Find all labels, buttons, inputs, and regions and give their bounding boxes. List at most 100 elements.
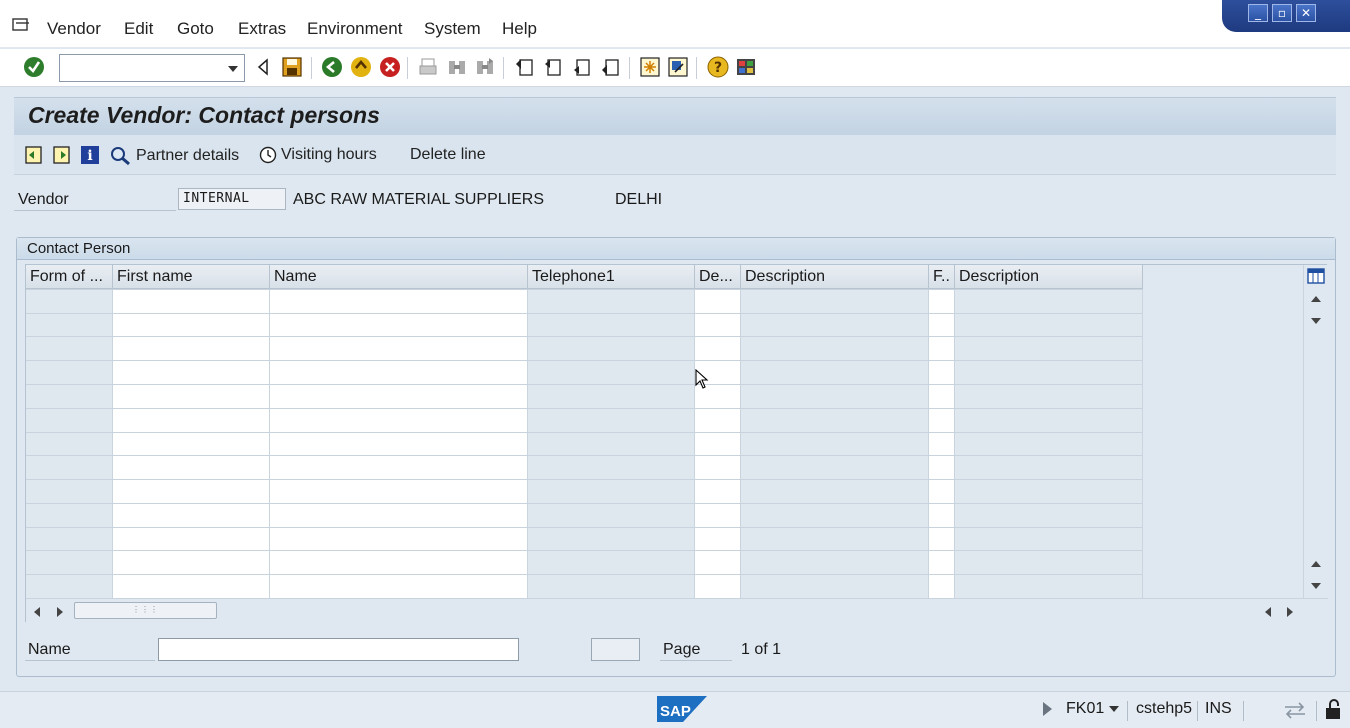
scroll-left-icon[interactable]: [34, 607, 40, 617]
enter-icon[interactable]: [22, 55, 46, 79]
previous-page-icon[interactable]: [541, 55, 565, 79]
table-row: [26, 503, 1143, 504]
table-row: [26, 336, 1143, 337]
svg-text:i: i: [87, 148, 92, 164]
table-row: [26, 432, 1143, 433]
table-row: [26, 313, 1143, 314]
close-icon[interactable]: ✕: [1296, 4, 1316, 22]
scroll-page-down-icon[interactable]: [1311, 583, 1321, 589]
visiting-hours-button[interactable]: Visiting hours: [259, 146, 377, 164]
last-page-icon[interactable]: [599, 55, 623, 79]
mouse-cursor-icon: [695, 369, 709, 389]
column-header-name[interactable]: Name: [270, 265, 528, 289]
svg-text:SAP: SAP: [660, 703, 691, 720]
column-header-telephone[interactable]: Telephone1: [528, 265, 695, 289]
other-contact-person-icon[interactable]: [24, 145, 44, 165]
find-icon[interactable]: [445, 55, 469, 79]
table-row: [26, 574, 1143, 575]
vendor-name: ABC RAW MATERIAL SUPPLIERS: [293, 191, 545, 208]
info-icon[interactable]: i: [80, 145, 100, 165]
scroll-thumb[interactable]: ⋮⋮⋮: [74, 602, 217, 619]
svg-text:?: ?: [714, 60, 722, 76]
sap-logo-icon: SAP: [657, 696, 707, 722]
connection-icon: [1285, 702, 1305, 719]
status-bar: SAP FK01 cstehp5 INS: [0, 691, 1350, 728]
vendor-city: DELHI: [615, 191, 663, 208]
table-row: [26, 455, 1143, 456]
partner-details-button[interactable]: Partner details: [110, 146, 239, 166]
chevron-down-icon[interactable]: [228, 66, 238, 72]
back-arrow-icon[interactable]: [251, 55, 275, 79]
customize-layout-icon[interactable]: [734, 55, 758, 79]
delete-line-button[interactable]: Delete line: [410, 146, 486, 164]
back-icon[interactable]: [320, 55, 344, 79]
page-count: 1 of 1: [741, 641, 782, 658]
column-header-form-of-address[interactable]: Form of ...: [26, 265, 113, 289]
window-controls: _ ▫ ✕: [1222, 0, 1350, 32]
minimize-icon[interactable]: _: [1248, 4, 1268, 22]
page-title: Create Vendor: Contact persons: [28, 102, 380, 128]
help-icon[interactable]: ?: [706, 55, 730, 79]
table-row: [26, 289, 1143, 290]
scroll-right-icon[interactable]: [57, 607, 63, 617]
scroll-left-end-icon[interactable]: [1265, 607, 1271, 617]
first-page-icon[interactable]: [513, 55, 537, 79]
delete-line-label: Delete line: [410, 146, 486, 163]
title-bar: Create Vendor: Contact persons: [14, 97, 1336, 135]
save-icon[interactable]: [280, 55, 304, 79]
page-number-input[interactable]: [591, 638, 640, 661]
status-expand-icon[interactable]: [1043, 702, 1052, 716]
scroll-right-end-icon[interactable]: [1287, 607, 1293, 617]
menu-goto[interactable]: Goto: [177, 19, 214, 39]
visiting-hours-label: Visiting hours: [281, 146, 377, 163]
standard-toolbar: ?: [0, 49, 1350, 87]
column-header-first-name[interactable]: First name: [113, 265, 270, 289]
insert-mode[interactable]: INS: [1205, 700, 1232, 718]
command-field[interactable]: [59, 54, 245, 82]
menu-edit[interactable]: Edit: [124, 19, 153, 39]
server-name: cstehp5: [1136, 700, 1193, 717]
column-header-department[interactable]: De...: [695, 265, 741, 289]
transaction-code: FK01: [1066, 700, 1105, 717]
system-menu-icon[interactable]: [12, 18, 30, 32]
column-header-function-description[interactable]: Description: [955, 265, 1143, 289]
menu-system[interactable]: System: [424, 19, 481, 39]
table-row: [26, 360, 1143, 361]
column-header-description[interactable]: Description: [741, 265, 929, 289]
create-shortcut-icon[interactable]: [666, 55, 690, 79]
next-page-icon[interactable]: [570, 55, 594, 79]
menu-environment[interactable]: Environment: [307, 19, 402, 39]
table-row: [26, 479, 1143, 480]
name-search-label: Name: [28, 641, 71, 658]
column-header-function[interactable]: F..: [929, 265, 955, 289]
table-settings-icon[interactable]: [1307, 268, 1325, 284]
table-row: [26, 550, 1143, 551]
scroll-down-icon[interactable]: [1311, 318, 1321, 324]
horizontal-scrollbar[interactable]: ⋮⋮⋮: [26, 598, 1328, 622]
scroll-up-icon[interactable]: [1311, 296, 1321, 302]
lock-icon[interactable]: [1324, 698, 1344, 722]
partner-details-label: Partner details: [136, 147, 240, 164]
menu-vendor[interactable]: Vendor: [47, 19, 101, 39]
vendor-label: Vendor: [18, 191, 69, 208]
contact-person-table: Form of ... First name Name Telephone1 D…: [25, 264, 1328, 622]
magnifier-icon: [111, 147, 130, 166]
application-toolbar: i Partner details Visiting hours Delete …: [14, 135, 1336, 175]
page-label: Page: [663, 641, 701, 658]
find-next-icon[interactable]: [473, 55, 497, 79]
exit-icon[interactable]: [349, 55, 373, 79]
print-icon[interactable]: [416, 55, 440, 79]
next-contact-person-icon[interactable]: [52, 145, 72, 165]
table-row: [26, 408, 1143, 409]
group-title: Contact Person: [27, 240, 131, 257]
menu-extras[interactable]: Extras: [238, 19, 286, 39]
menu-bar: Vendor Edit Goto Extras Environment Syst…: [0, 0, 1350, 48]
restore-icon[interactable]: ▫: [1272, 4, 1292, 22]
scroll-page-up-icon[interactable]: [1311, 561, 1321, 567]
chevron-down-icon[interactable]: [1109, 706, 1119, 712]
name-search-input[interactable]: [158, 638, 519, 661]
menu-help[interactable]: Help: [502, 19, 537, 39]
cancel-icon[interactable]: [378, 55, 402, 79]
create-session-icon[interactable]: [638, 55, 662, 79]
vertical-scrollbar[interactable]: [1303, 265, 1327, 598]
